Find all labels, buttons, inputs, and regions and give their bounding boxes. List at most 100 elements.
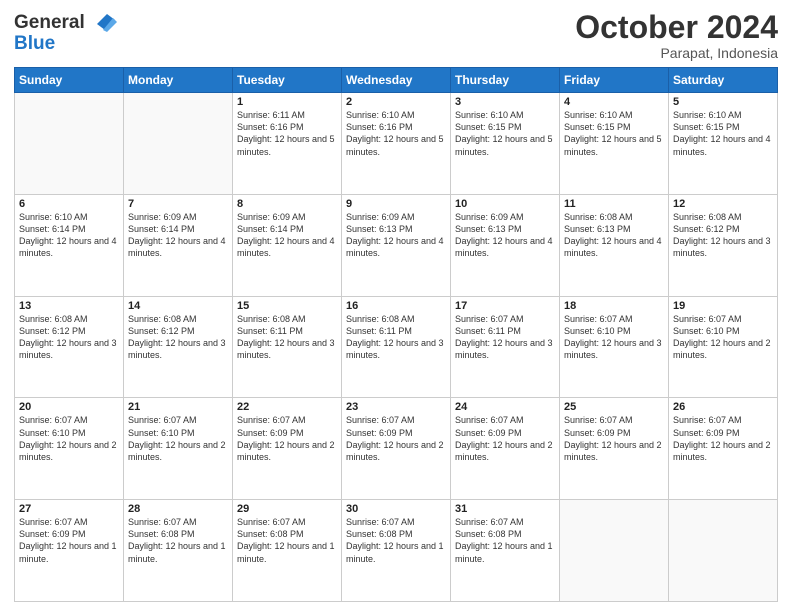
calendar-week-3: 13Sunrise: 6:08 AM Sunset: 6:12 PM Dayli… — [15, 296, 778, 398]
calendar-week-4: 20 Sunrise: 6:07 AM Sunset: 6:10 PM Dayli… — [15, 398, 778, 500]
day-info: Sunrise: 6:07 AM Sunset: 6:11 PM Dayligh… — [455, 313, 555, 362]
day-number: 26 — [673, 401, 773, 413]
logo-bird-icon — [87, 10, 117, 34]
day-number: 28 — [128, 503, 228, 515]
calendar-cell: 3Sunrise: 6:10 AM Sunset: 6:15 PM Daylig… — [451, 93, 560, 195]
calendar-cell: 31Sunrise: 6:07 AM Sunset: 6:08 PM Dayli… — [451, 500, 560, 602]
calendar-cell: 25Sunrise: 6:07 AM Sunset: 6:09 PM Dayli… — [560, 398, 669, 500]
day-info: Sunrise: 6:09 AM Sunset: 6:14 PM Dayligh… — [128, 211, 228, 260]
logo-general: General — [14, 12, 85, 33]
day-info: Sunrise: 6:07 AM Sunset: 6:09 PM Dayligh… — [19, 516, 119, 565]
day-number: 5 — [673, 96, 773, 108]
calendar-cell: 12Sunrise: 6:08 AM Sunset: 6:12 PM Dayli… — [669, 194, 778, 296]
day-info: Sunrise: 6:09 AM Sunset: 6:14 PM Dayligh… — [237, 211, 337, 260]
day-info: Sunrise: 6:08 AM Sunset: 6:11 PM Dayligh… — [237, 313, 337, 362]
day-number: 22 — [237, 401, 337, 413]
day-info: Sunrise: 6:07 AM Sunset: 6:08 PM Dayligh… — [128, 516, 228, 565]
calendar-cell: 1Sunrise: 6:11 AM Sunset: 6:16 PM Daylig… — [233, 93, 342, 195]
day-number: 18 — [564, 300, 664, 312]
day-info: Sunrise: 6:10 AM Sunset: 6:15 PM Dayligh… — [564, 109, 664, 158]
day-number: 14 — [128, 300, 228, 312]
calendar-cell: 5Sunrise: 6:10 AM Sunset: 6:15 PM Daylig… — [669, 93, 778, 195]
weekday-header-row: SundayMondayTuesdayWednesdayThursdayFrid… — [15, 68, 778, 93]
weekday-header-monday: Monday — [124, 68, 233, 93]
calendar-cell: 2Sunrise: 6:10 AM Sunset: 6:16 PM Daylig… — [342, 93, 451, 195]
day-number: 2 — [346, 96, 446, 108]
day-number: 17 — [455, 300, 555, 312]
logo-blue: Blue — [14, 34, 117, 53]
day-info: Sunrise: 6:11 AM Sunset: 6:16 PM Dayligh… — [237, 109, 337, 158]
day-info: Sunrise: 6:09 AM Sunset: 6:13 PM Dayligh… — [455, 211, 555, 260]
calendar-cell: 16Sunrise: 6:08 AM Sunset: 6:11 PM Dayli… — [342, 296, 451, 398]
calendar-cell: 8Sunrise: 6:09 AM Sunset: 6:14 PM Daylig… — [233, 194, 342, 296]
calendar-cell: 30Sunrise: 6:07 AM Sunset: 6:08 PM Dayli… — [342, 500, 451, 602]
calendar-cell: 17Sunrise: 6:07 AM Sunset: 6:11 PM Dayli… — [451, 296, 560, 398]
day-number: 6 — [19, 198, 119, 210]
calendar-week-5: 27Sunrise: 6:07 AM Sunset: 6:09 PM Dayli… — [15, 500, 778, 602]
day-info: Sunrise: 6:08 AM Sunset: 6:11 PM Dayligh… — [346, 313, 446, 362]
calendar-cell: 14Sunrise: 6:08 AM Sunset: 6:12 PM Dayli… — [124, 296, 233, 398]
weekday-header-tuesday: Tuesday — [233, 68, 342, 93]
calendar-cell — [669, 500, 778, 602]
day-info: Sunrise: 6:10 AM Sunset: 6:15 PM Dayligh… — [455, 109, 555, 158]
weekday-header-wednesday: Wednesday — [342, 68, 451, 93]
day-info: Sunrise: 6:10 AM Sunset: 6:16 PM Dayligh… — [346, 109, 446, 158]
day-info: Sunrise: 6:07 AM Sunset: 6:08 PM Dayligh… — [455, 516, 555, 565]
day-number: 4 — [564, 96, 664, 108]
calendar-cell: 7Sunrise: 6:09 AM Sunset: 6:14 PM Daylig… — [124, 194, 233, 296]
weekday-header-saturday: Saturday — [669, 68, 778, 93]
day-number: 20 — [19, 401, 119, 413]
day-number: 13 — [19, 300, 119, 312]
weekday-header-friday: Friday — [560, 68, 669, 93]
day-info: Sunrise: 6:08 AM Sunset: 6:13 PM Dayligh… — [564, 211, 664, 260]
day-info: Sunrise: 6:08 AM Sunset: 6:12 PM Dayligh… — [673, 211, 773, 260]
day-number: 21 — [128, 401, 228, 413]
day-info: Sunrise: 6:07 AM Sunset: 6:08 PM Dayligh… — [237, 516, 337, 565]
day-info: Sunrise: 6:07 AM Sunset: 6:09 PM Dayligh… — [564, 414, 664, 463]
day-number: 10 — [455, 198, 555, 210]
day-info: Sunrise: 6:07 AM Sunset: 6:10 PM Dayligh… — [564, 313, 664, 362]
day-number: 29 — [237, 503, 337, 515]
calendar-cell: 11Sunrise: 6:08 AM Sunset: 6:13 PM Dayli… — [560, 194, 669, 296]
location: Parapat, Indonesia — [575, 45, 778, 61]
calendar-cell — [15, 93, 124, 195]
calendar-week-1: 1Sunrise: 6:11 AM Sunset: 6:16 PM Daylig… — [15, 93, 778, 195]
day-info: Sunrise: 6:08 AM Sunset: 6:12 PM Dayligh… — [19, 313, 119, 362]
day-info: Sunrise: 6:07 AM Sunset: 6:10 PM Dayligh… — [128, 414, 228, 463]
calendar-cell: 26Sunrise: 6:07 AM Sunset: 6:09 PM Dayli… — [669, 398, 778, 500]
day-info: Sunrise: 6:07 AM Sunset: 6:10 PM Dayligh… — [673, 313, 773, 362]
day-number: 19 — [673, 300, 773, 312]
day-info: Sunrise: 6:07 AM Sunset: 6:09 PM Dayligh… — [346, 414, 446, 463]
day-info: Sunrise: 6:07 AM Sunset: 6:09 PM Dayligh… — [455, 414, 555, 463]
day-number: 1 — [237, 96, 337, 108]
calendar-cell: 27Sunrise: 6:07 AM Sunset: 6:09 PM Dayli… — [15, 500, 124, 602]
calendar-cell: 15Sunrise: 6:08 AM Sunset: 6:11 PM Dayli… — [233, 296, 342, 398]
weekday-header-thursday: Thursday — [451, 68, 560, 93]
calendar-cell: 10Sunrise: 6:09 AM Sunset: 6:13 PM Dayli… — [451, 194, 560, 296]
calendar-cell: 19Sunrise: 6:07 AM Sunset: 6:10 PM Dayli… — [669, 296, 778, 398]
day-number: 7 — [128, 198, 228, 210]
calendar-cell: 20Sunrise: 6:07 AM Sunset: 6:10 PM Dayli… — [15, 398, 124, 500]
calendar-cell: 21Sunrise: 6:07 AM Sunset: 6:10 PM Dayli… — [124, 398, 233, 500]
logo: General Blue — [14, 10, 117, 53]
calendar-table: SundayMondayTuesdayWednesdayThursdayFrid… — [14, 67, 778, 602]
day-info: Sunrise: 6:09 AM Sunset: 6:13 PM Dayligh… — [346, 211, 446, 260]
day-number: 31 — [455, 503, 555, 515]
day-info: Sunrise: 6:07 AM Sunset: 6:08 PM Dayligh… — [346, 516, 446, 565]
calendar-week-2: 6Sunrise: 6:10 AM Sunset: 6:14 PM Daylig… — [15, 194, 778, 296]
calendar-cell: 28Sunrise: 6:07 AM Sunset: 6:08 PM Dayli… — [124, 500, 233, 602]
day-number: 25 — [564, 401, 664, 413]
day-number: 23 — [346, 401, 446, 413]
calendar-cell: 4Sunrise: 6:10 AM Sunset: 6:15 PM Daylig… — [560, 93, 669, 195]
day-number: 27 — [19, 503, 119, 515]
calendar-cell: 18Sunrise: 6:07 AM Sunset: 6:10 PM Dayli… — [560, 296, 669, 398]
calendar-cell: 13Sunrise: 6:08 AM Sunset: 6:12 PM Dayli… — [15, 296, 124, 398]
day-number: 3 — [455, 96, 555, 108]
day-number: 15 — [237, 300, 337, 312]
day-info: Sunrise: 6:08 AM Sunset: 6:12 PM Dayligh… — [128, 313, 228, 362]
calendar-cell — [560, 500, 669, 602]
day-info: Sunrise: 6:07 AM Sunset: 6:09 PM Dayligh… — [673, 414, 773, 463]
day-number: 12 — [673, 198, 773, 210]
day-number: 30 — [346, 503, 446, 515]
day-number: 24 — [455, 401, 555, 413]
